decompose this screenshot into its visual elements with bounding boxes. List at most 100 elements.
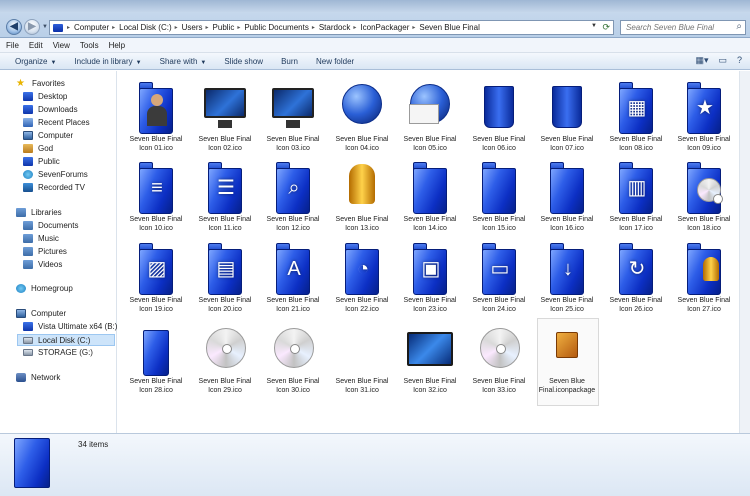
nav-computer-favorite[interactable]: Computer [23,131,73,140]
breadcrumb-public[interactable]: Public [213,23,235,32]
recent-pages-dropdown-icon[interactable]: ▼ [42,24,48,30]
burn-button[interactable]: Burn [281,57,298,66]
help-icon[interactable]: ? [737,55,742,66]
nav-desktop[interactable]: Desktop [23,92,67,101]
preview-pane-icon[interactable]: ▭ [718,55,727,66]
menu-file[interactable]: File [6,41,19,50]
file-item[interactable]: ◔ Seven Blue Final Icon 22.ico [328,234,396,314]
new-folder-button[interactable]: New folder [316,57,354,66]
file-item[interactable]: Seven Blue Final Icon 32.ico [396,315,464,395]
breadcrumb-local-disk[interactable]: Local Disk (C:) [119,23,171,32]
back-button[interactable]: ◀ [6,19,22,35]
organize-button[interactable]: Organize ▼ [15,57,56,66]
menu-view[interactable]: View [53,41,70,50]
nav-god[interactable]: God [23,144,53,153]
file-item[interactable]: Seven Blue Final Icon 06.ico [465,73,533,153]
nav-sevenforums[interactable]: SevenForums [23,170,88,179]
nav-network[interactable]: Network [16,373,60,382]
file-item[interactable]: ▣ Seven Blue Final Icon 23.ico [396,234,464,314]
file-item[interactable]: ▤ Seven Blue Final Icon 20.ico [191,234,259,314]
chevron-right-icon[interactable]: ▸ [206,24,209,31]
nav-computer[interactable]: Computer [16,309,66,318]
nav-favorites[interactable]: ★ Favorites [16,79,65,89]
file-item[interactable]: Seven Blue Final Icon 05.ico [396,73,464,153]
file-item[interactable]: Seven Blue Final Icon 02.ico [191,73,259,153]
file-item[interactable]: ▭ Seven Blue Final Icon 24.ico [465,234,533,314]
file-item[interactable]: Seven Blue Final.iconpackage [533,315,601,395]
file-item[interactable]: Seven Blue Final Icon 29.ico [191,315,259,395]
breadcrumb-computer[interactable]: Computer [74,23,109,32]
nav-homegroup[interactable]: Homegroup [16,284,73,293]
nav-storage-drive[interactable]: STORAGE (G:) [23,348,93,357]
chevron-right-icon[interactable]: ▸ [312,24,315,31]
recycle-bin-icon [476,78,522,134]
nav-recorded-tv[interactable]: Recorded TV [23,183,85,192]
slide-show-button[interactable]: Slide show [224,57,263,66]
chevron-right-icon[interactable]: ▸ [112,24,115,31]
menu-tools[interactable]: Tools [80,41,99,50]
file-item[interactable]: ↓ Seven Blue Final Icon 25.ico [533,234,601,314]
file-item[interactable]: Seven Blue Final Icon 15.ico [465,153,533,233]
chevron-right-icon[interactable]: ▸ [67,24,70,31]
file-item[interactable]: Seven Blue Final Icon 04.ico [328,73,396,153]
nav-vista-drive[interactable]: Vista Ultimate x64 (B:) [23,322,117,331]
nav-music[interactable]: Music [23,234,59,243]
chevron-right-icon[interactable]: ▸ [412,24,415,31]
file-item[interactable]: Seven Blue Final Icon 28.ico [122,315,190,395]
file-item[interactable]: ⌕ Seven Blue Final Icon 12.ico [259,153,327,233]
file-name-line-1: Seven Blue Final [403,216,457,223]
chevron-right-icon[interactable]: ▸ [237,24,240,31]
file-item[interactable]: ↻ Seven Blue Final Icon 26.ico [602,234,670,314]
forward-button[interactable]: ▶ [24,19,40,35]
address-dropdown-icon[interactable]: ▼ [591,23,597,29]
file-item[interactable]: ☰ Seven Blue Final Icon 11.ico [191,153,259,233]
address-bar[interactable]: ▸ Computer ▸ Local Disk (C:) ▸ Users ▸ Publ… [49,20,614,35]
nav-recent-places[interactable]: Recent Places [23,118,90,127]
file-item[interactable]: Seven Blue Final Icon 07.ico [533,73,601,153]
drive-icon [23,336,33,344]
file-item[interactable]: Seven Blue Final Icon 30.ico [259,315,327,395]
menu-help[interactable]: Help [109,41,125,50]
include-in-library-button[interactable]: Include in library ▼ [74,57,141,66]
share-with-button[interactable]: Share with ▼ [160,57,207,66]
file-item[interactable]: Seven Blue Final Icon 14.ico [396,153,464,233]
nav-libraries[interactable]: Libraries [16,208,62,217]
file-item[interactable]: Seven Blue Final Icon 03.ico [259,73,327,153]
breadcrumb-users[interactable]: Users [182,23,203,32]
file-item[interactable]: Seven Blue Final Icon 18.ico [670,153,738,233]
file-item[interactable]: Seven Blue Final Icon 33.ico [465,315,533,395]
nav-downloads[interactable]: Downloads [23,105,78,114]
file-item[interactable]: ★ Seven Blue Final Icon 09.ico [670,73,738,153]
breadcrumb-iconpackager[interactable]: IconPackager [360,23,409,32]
search-box[interactable]: ⌕ [620,20,746,35]
file-item[interactable]: Seven Blue Final Icon 27.ico [670,234,738,314]
file-item[interactable]: ≡ Seven Blue Final Icon 10.ico [122,153,190,233]
menu-edit[interactable]: Edit [29,41,43,50]
nav-public[interactable]: Public [23,157,60,166]
file-item[interactable]: Seven Blue Final Icon 16.ico [533,153,601,233]
search-icon[interactable]: ⌕ [736,21,742,32]
file-name-line-1: Seven Blue Final [609,136,663,143]
chevron-right-icon[interactable]: ▸ [175,24,178,31]
nav-videos[interactable]: Videos [23,260,62,269]
nav-local-disk[interactable]: Local Disk (C:) [17,334,115,346]
file-name-line-2: Icon 02.ico [208,145,242,152]
change-view-icon[interactable]: ▦▾ [695,55,708,66]
search-input[interactable] [626,23,731,32]
file-item[interactable]: ▦ Seven Blue Final Icon 08.ico [602,73,670,153]
chevron-right-icon[interactable]: ▸ [353,24,356,31]
breadcrumb-public-documents[interactable]: Public Documents [244,23,308,32]
breadcrumb-seven-blue-final[interactable]: Seven Blue Final [419,23,479,32]
file-item[interactable]: ▥ Seven Blue Final Icon 17.ico [602,153,670,233]
file-item[interactable]: ▨ Seven Blue Final Icon 19.ico [122,234,190,314]
nav-documents[interactable]: Documents [23,221,78,230]
file-name: Seven Blue Final.iconpackage [533,377,601,395]
refresh-icon[interactable]: ⟳ [602,22,610,33]
file-item[interactable]: Seven Blue Final Icon 01.ico [122,73,190,153]
scrollbar-track[interactable] [739,71,750,433]
file-item[interactable]: Seven Blue Final Icon 31.ico [328,315,396,395]
nav-pictures[interactable]: Pictures [23,247,67,256]
breadcrumb-stardock[interactable]: Stardock [319,23,351,32]
file-item[interactable]: A Seven Blue Final Icon 21.ico [259,234,327,314]
file-item[interactable]: Seven Blue Final Icon 13.ico [328,153,396,233]
